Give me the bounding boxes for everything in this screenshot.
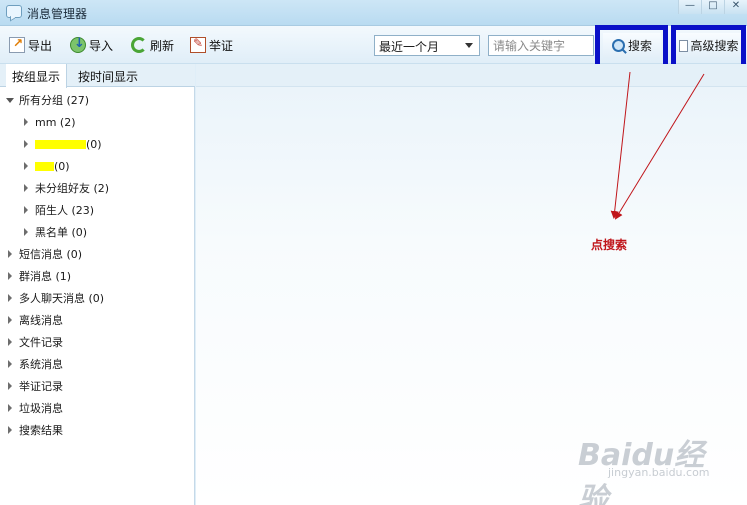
tree-item-label: 黑名单 (0) bbox=[35, 226, 88, 239]
caret-down-icon bbox=[5, 95, 15, 105]
export-button[interactable]: 导出 bbox=[9, 36, 52, 54]
watermark: Baidu经验 jingyan.baidu.com bbox=[568, 430, 718, 505]
caret-right-icon bbox=[21, 161, 31, 171]
caret-right-icon bbox=[21, 117, 31, 127]
refresh-button[interactable]: 刷新 bbox=[131, 36, 174, 54]
caret-right-icon bbox=[5, 381, 15, 391]
watermark-url: jingyan.baidu.com bbox=[608, 466, 710, 479]
caret-right-icon bbox=[5, 337, 15, 347]
tree-item-category[interactable]: 举证记录 bbox=[5, 377, 63, 395]
tree-item-label: 所有分组 (27) bbox=[19, 94, 90, 107]
tree-item-label: 离线消息 bbox=[19, 314, 63, 327]
tab-by-group[interactable]: 按组显示 bbox=[6, 64, 68, 88]
maximize-button[interactable]: □ bbox=[701, 0, 724, 14]
title-bar: 消息管理器 — □ ✕ bbox=[0, 0, 747, 26]
annotation-note: 点搜索 bbox=[591, 238, 628, 252]
caret-right-icon bbox=[21, 205, 31, 215]
window-title: 消息管理器 bbox=[27, 7, 88, 21]
view-tabs: 按组显示 按时间显示 bbox=[0, 64, 195, 88]
redaction-mark bbox=[35, 139, 86, 149]
tree-item-label: 短信消息 (0) bbox=[19, 248, 83, 261]
chevron-down-icon bbox=[465, 43, 473, 48]
caret-right-icon bbox=[5, 425, 15, 435]
report-label: 举证 bbox=[209, 38, 234, 53]
keyword-search-input[interactable] bbox=[488, 35, 594, 56]
minimize-button[interactable]: — bbox=[678, 0, 701, 14]
tree-item-group[interactable]: (0) bbox=[21, 135, 102, 153]
export-icon bbox=[9, 36, 25, 53]
tree-item-label: 多人聊天消息 (0) bbox=[19, 292, 105, 305]
tree-item-group[interactable]: (0) bbox=[21, 157, 70, 175]
tree-item-label: 陌生人 (23) bbox=[35, 204, 95, 217]
caret-right-icon bbox=[21, 227, 31, 237]
caret-right-icon bbox=[5, 403, 15, 413]
tree-item-all-groups[interactable]: 所有分组 (27) bbox=[5, 91, 89, 109]
tree-item-category[interactable]: 离线消息 bbox=[5, 311, 63, 329]
tree-item-label: 群消息 (1) bbox=[19, 270, 72, 283]
refresh-label: 刷新 bbox=[150, 38, 175, 53]
tree-item-label: 举证记录 bbox=[19, 380, 63, 393]
caret-right-icon bbox=[5, 315, 15, 325]
caret-right-icon bbox=[5, 359, 15, 369]
caret-right-icon bbox=[5, 271, 15, 281]
caret-right-icon bbox=[5, 293, 15, 303]
caret-right-icon bbox=[21, 183, 31, 193]
tree-item-label: 未分组好友 (2) bbox=[35, 182, 110, 195]
tree-item-category[interactable]: 垃圾消息 bbox=[5, 399, 63, 417]
report-icon bbox=[190, 36, 206, 53]
tree-item-label: 文件记录 bbox=[19, 336, 63, 349]
tree-item-category[interactable]: 群消息 (1) bbox=[5, 267, 71, 285]
left-panel: 按组显示 按时间显示 所有分组 (27) mm (2) (0) (0) 未分组好… bbox=[0, 64, 195, 505]
time-range-select[interactable]: 最近一个月 bbox=[374, 35, 480, 56]
import-label: 导入 bbox=[89, 38, 114, 53]
report-button[interactable]: 举证 bbox=[190, 36, 233, 54]
tree-item-category[interactable]: 短信消息 (0) bbox=[5, 245, 82, 263]
caret-right-icon bbox=[5, 249, 15, 259]
tree-item-category[interactable]: 系统消息 bbox=[5, 355, 63, 373]
export-label: 导出 bbox=[28, 38, 53, 53]
import-button[interactable]: 导入 bbox=[70, 36, 113, 54]
tree-item-category[interactable]: 文件记录 bbox=[5, 333, 63, 351]
tree-item-category[interactable]: 搜索结果 bbox=[5, 421, 63, 439]
caret-right-icon bbox=[21, 139, 31, 149]
tree-item-group[interactable]: mm (2) bbox=[21, 113, 76, 131]
tree-item-label: 系统消息 bbox=[19, 358, 63, 371]
tab-by-time[interactable]: 按时间显示 bbox=[72, 64, 144, 87]
content-header-strip bbox=[196, 64, 747, 87]
close-button[interactable]: ✕ bbox=[724, 0, 747, 14]
message-manager-icon bbox=[6, 5, 22, 18]
redaction-mark bbox=[35, 161, 54, 171]
tree-item-label: mm (2) bbox=[35, 115, 76, 129]
tree-item-label: (0) bbox=[54, 159, 70, 173]
tree-item-group[interactable]: 黑名单 (0) bbox=[21, 223, 87, 241]
tree-item-label: (0) bbox=[86, 137, 102, 151]
tree-item-category[interactable]: 多人聊天消息 (0) bbox=[5, 289, 104, 307]
tree-item-group[interactable]: 未分组好友 (2) bbox=[21, 179, 109, 197]
tree-item-label: 搜索结果 bbox=[19, 424, 63, 437]
time-range-value: 最近一个月 bbox=[379, 40, 440, 54]
window-controls: — □ ✕ bbox=[678, 0, 747, 14]
tree-item-group[interactable]: 陌生人 (23) bbox=[21, 201, 94, 219]
refresh-icon bbox=[131, 37, 147, 53]
import-icon bbox=[70, 36, 86, 53]
tree-item-label: 垃圾消息 bbox=[19, 402, 63, 415]
